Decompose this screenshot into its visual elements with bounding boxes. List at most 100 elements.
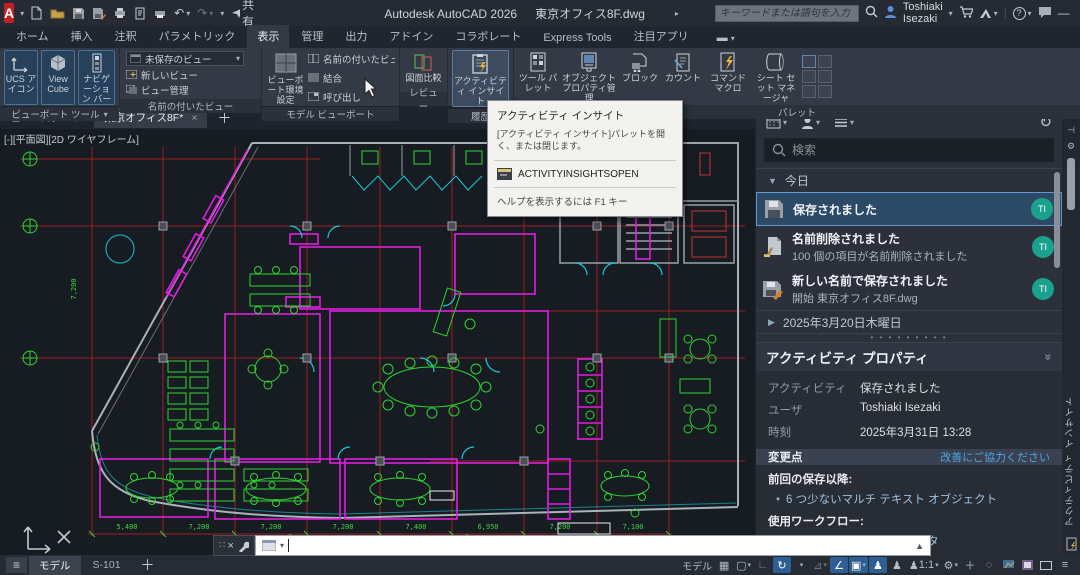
blocks-palette-button[interactable]: ブロック	[620, 50, 660, 103]
annotation-scale-icon[interactable]: ♟1:1▾	[907, 557, 941, 573]
signed-in-user[interactable]: Toshiaki Isezaki	[903, 1, 943, 25]
publish-button[interactable]	[134, 7, 146, 20]
new-layout-button[interactable]: ＋	[133, 555, 163, 575]
print-button[interactable]	[153, 7, 167, 19]
palette-search-input[interactable]	[792, 143, 992, 157]
sheet-set-manager-button[interactable]: シート セット マネージャ	[753, 50, 799, 103]
palette-vertical-title[interactable]: アクティビティ インサイト	[1064, 396, 1078, 526]
help-icon[interactable]: ?▾	[1013, 7, 1032, 20]
group-date[interactable]: ▶2025年3月20日木曜日	[756, 310, 1062, 334]
tab-express-tools[interactable]: Express Tools	[533, 29, 621, 48]
plot-button[interactable]	[113, 7, 127, 19]
panel-label-named-views[interactable]: 名前の付いたビュー	[120, 99, 261, 113]
splitter-handle[interactable]: • • • • • • • • •	[756, 334, 1062, 342]
ucs-icon-button[interactable]: UCS アイコン	[4, 50, 38, 105]
group-today[interactable]: ▼今日	[756, 168, 1062, 192]
view-manager-button[interactable]: ビュー管理	[126, 83, 255, 96]
feedback-link[interactable]: 改善にご協力ください	[940, 449, 1050, 465]
grid-display-icon[interactable]: ▦	[715, 557, 733, 573]
activity-insights-button[interactable]: アクティビティ インサイト	[452, 50, 509, 107]
app-menu-caret-icon[interactable]: ▾	[20, 9, 24, 18]
object-snap-tracking-icon[interactable]: ∠	[830, 557, 848, 573]
activity-item-saved-as[interactable]: 新しい名前で保存されました 開始 東京オフィス8F.dwg TI	[756, 268, 1062, 310]
user-menu-caret-icon[interactable]: ▾	[949, 9, 953, 18]
panel-label-viewport-tools[interactable]: ビューポート ツール▾	[0, 107, 119, 121]
restore-viewport-button[interactable]: 呼び出し	[308, 90, 395, 103]
annotation-autoscale-icon[interactable]: ♟	[888, 557, 906, 573]
collapse-chevron-icon[interactable]: »	[1042, 354, 1056, 361]
layout-tab-s101[interactable]: S-101	[83, 557, 131, 573]
store-cart-icon[interactable]	[959, 6, 973, 21]
undo-button[interactable]: ↶▾	[174, 6, 190, 20]
tab-output[interactable]: 出力	[335, 25, 377, 48]
new-view-button[interactable]: 新しいビュー	[126, 68, 255, 81]
palette-search[interactable]	[764, 138, 1054, 162]
ortho-mode-icon[interactable]: ∟	[754, 557, 772, 573]
new-drawing-button[interactable]	[30, 6, 43, 20]
save-button[interactable]	[72, 7, 85, 20]
tab-insert[interactable]: 挿入	[61, 25, 103, 48]
palette-scrollbar[interactable]	[1067, 158, 1075, 210]
feedback-icon[interactable]	[1038, 6, 1052, 21]
minimize-button[interactable]: —	[1058, 6, 1070, 20]
redo-button[interactable]: ↷▾	[197, 6, 213, 20]
properties-palette-button[interactable]: オブジェクト プロパティ管理	[561, 50, 617, 103]
named-viewports-button[interactable]: 名前の付いたビューポート	[308, 52, 395, 65]
navigation-bar-button[interactable]: ナビゲーション バー	[78, 50, 115, 105]
command-recent-caret-icon[interactable]: ▾	[280, 541, 284, 550]
tab-parametric[interactable]: パラメトリック	[149, 25, 246, 48]
clean-screen-icon[interactable]	[1018, 557, 1036, 573]
viewport-config-button[interactable]: ビューポート環境設定	[266, 50, 305, 105]
tab-home[interactable]: ホーム	[6, 25, 59, 48]
palette-extra-buttons[interactable]	[802, 50, 832, 103]
save-as-button[interactable]	[92, 7, 106, 20]
close-doc-icon[interactable]: ×	[191, 112, 197, 124]
statusbar-menu-icon[interactable]: ≡	[1056, 557, 1074, 573]
tool-palettes-button[interactable]: ツール パレット	[518, 50, 558, 103]
palette-settings-icon[interactable]: ⚙	[1067, 142, 1075, 151]
layout-menu-icon[interactable]: ≡	[6, 557, 27, 573]
list-scrollbar[interactable]	[1054, 172, 1060, 268]
tab-featured-apps[interactable]: 注目アプリ	[624, 25, 699, 48]
join-viewports-button[interactable]: 結合	[308, 71, 395, 84]
activity-item-saved[interactable]: 保存されました TI	[756, 192, 1062, 226]
viewcube-button[interactable]: View Cube	[41, 50, 75, 105]
tab-annotate[interactable]: 注釈	[105, 25, 147, 48]
autodesk-menu-icon[interactable]: ▾	[979, 8, 998, 19]
search-expand-icon[interactable]: ▸	[675, 9, 679, 18]
model-space-label[interactable]: モデル	[680, 557, 714, 573]
qat-customize-caret-icon[interactable]: ▾	[220, 9, 224, 18]
panel-label-model-viewports[interactable]: モデル ビューポート	[262, 107, 399, 121]
isolate-objects-icon[interactable]: ◌	[980, 557, 998, 573]
snap-mode-icon[interactable]: ▢▾	[734, 557, 753, 573]
command-macros-button[interactable]: コマンド マクロ	[706, 50, 750, 103]
fullscreen-icon[interactable]	[1037, 557, 1055, 573]
activity-item-purged[interactable]: 名前削除されました 100 個の項目が名前削除されました TI	[756, 226, 1062, 268]
tab-manage[interactable]: 管理	[291, 25, 333, 48]
tab-collaborate[interactable]: コラボレート	[445, 25, 531, 48]
command-customize-icon[interactable]	[236, 539, 249, 552]
palette-autohide-icon[interactable]: ⊣	[1067, 126, 1075, 135]
search-icon[interactable]	[865, 5, 878, 21]
help-search-input[interactable]	[715, 5, 859, 22]
open-button[interactable]	[50, 7, 65, 19]
tab-view[interactable]: 表示	[247, 25, 289, 48]
activity-properties-header[interactable]: アクティビティ プロパティ »	[756, 343, 1062, 371]
user-avatar-icon[interactable]	[884, 5, 897, 21]
polar-caret-icon[interactable]: ▾	[792, 557, 810, 573]
command-close-icon[interactable]: ×	[227, 540, 233, 552]
customize-statusbar-icon[interactable]: ＋	[961, 557, 979, 573]
workspace-switching-icon[interactable]: ⚙▾	[942, 557, 960, 573]
ribbon-display-toggle[interactable]: ▬ ▾	[707, 29, 745, 48]
viewport-controls[interactable]: [-][平面図][2D ワイヤフレーム]	[4, 131, 139, 146]
object-snap-icon[interactable]: ▣▾	[849, 557, 868, 573]
isometric-drafting-icon[interactable]: ⊿▾	[811, 557, 829, 573]
count-palette-button[interactable]: カウント	[663, 50, 703, 103]
command-input[interactable]: ▾ ▲	[255, 535, 931, 556]
graphics-performance-icon[interactable]	[999, 557, 1017, 573]
view-dropdown[interactable]: 未保存のビュー▾	[126, 51, 244, 66]
command-history-icon[interactable]: ▲	[915, 541, 924, 551]
app-logo-icon[interactable]: A	[4, 3, 14, 23]
command-grip-handle[interactable]: ∷	[219, 540, 225, 551]
tab-addins[interactable]: アドイン	[379, 25, 443, 48]
